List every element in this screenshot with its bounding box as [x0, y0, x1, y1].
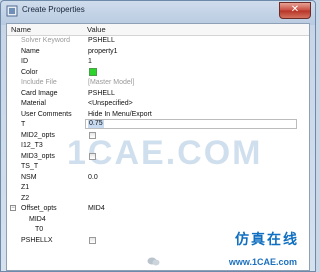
- row-label: MID4: [29, 215, 46, 223]
- row-label: PSHELLX: [21, 236, 53, 244]
- mid3-opts-checkbox[interactable]: [89, 152, 96, 160]
- row-user-comments[interactable]: User Comments Hide In Menu/Export: [7, 110, 309, 119]
- name-column-header[interactable]: Name: [11, 25, 31, 34]
- row-value[interactable]: MID4: [88, 204, 105, 213]
- row-value: [Master Model]: [88, 79, 135, 86]
- row-mid3-opts[interactable]: MID3_opts: [7, 152, 309, 161]
- title-bar: Create Properties ✕: [1, 1, 315, 23]
- row-label: Material: [21, 100, 46, 107]
- row-label: User Comments: [21, 110, 72, 118]
- row-value: 0.75: [88, 120, 104, 128]
- wechat-icon: [147, 257, 160, 266]
- row-label: Card Image: [21, 89, 58, 97]
- color-swatch[interactable]: [89, 67, 97, 76]
- mid2-opts-checkbox[interactable]: [89, 131, 96, 139]
- brand-url-text: www.1CAE.com: [228, 257, 297, 267]
- row-label: Color: [21, 68, 38, 76]
- row-label: Name: [21, 47, 40, 55]
- row-solver-keyword[interactable]: Solver Keyword PSHELL: [7, 36, 309, 45]
- grid-header: Name Value: [7, 24, 309, 36]
- row-value[interactable]: <Unspecified>: [88, 99, 133, 108]
- brand-chinese-text: 仿真在线: [235, 232, 299, 248]
- row-value[interactable]: Hide In Menu/Export: [88, 110, 152, 119]
- row-value[interactable]: 1: [88, 57, 92, 66]
- pshellx-checkbox[interactable]: [89, 236, 96, 244]
- row-offset-opts[interactable]: − Offset_opts MID4: [7, 204, 309, 213]
- row-i12-t3[interactable]: I12_T3: [7, 141, 309, 150]
- row-material[interactable]: Material <Unspecified>: [7, 99, 309, 108]
- row-label: TS_T: [21, 163, 39, 170]
- row-label: MID3_opts: [21, 152, 55, 160]
- row-value[interactable]: PSHELL: [88, 89, 115, 98]
- row-card-image[interactable]: Card Image PSHELL: [7, 89, 309, 98]
- row-t[interactable]: T 0.75: [7, 119, 309, 129]
- row-label: ID: [21, 58, 28, 65]
- row-z2[interactable]: Z2: [7, 194, 309, 203]
- row-value[interactable]: property1: [88, 47, 118, 56]
- row-label: Solver Keyword: [21, 37, 71, 44]
- row-include-file[interactable]: Include File [Master Model]: [7, 78, 309, 87]
- row-id[interactable]: ID 1: [7, 57, 309, 66]
- row-color[interactable]: Color: [7, 67, 309, 77]
- row-label: NSM: [21, 173, 37, 181]
- collapse-icon[interactable]: −: [10, 205, 16, 211]
- row-value[interactable]: 0.0: [88, 173, 98, 182]
- row-name[interactable]: Name property1: [7, 47, 309, 56]
- close-button[interactable]: ✕: [279, 2, 311, 19]
- value-column-header[interactable]: Value: [87, 25, 106, 34]
- row-label: Z1: [21, 184, 30, 191]
- row-label: Include File: [21, 79, 57, 86]
- row-mid4[interactable]: MID4: [7, 215, 309, 224]
- row-ts-t[interactable]: TS_T: [7, 162, 309, 171]
- t-value-input[interactable]: 0.75: [85, 119, 297, 129]
- app-icon: [6, 5, 18, 17]
- row-mid2-opts[interactable]: MID2_opts: [7, 131, 309, 140]
- row-label: Offset_opts: [21, 205, 57, 212]
- row-label: I12_T3: [21, 142, 43, 149]
- row-value: PSHELL: [88, 37, 115, 44]
- row-z1[interactable]: Z1: [7, 183, 309, 192]
- create-properties-dialog: Create Properties ✕ Name Value 1CAE.COM …: [0, 0, 316, 272]
- window-title: Create Properties: [22, 5, 85, 14]
- row-label: T0: [35, 226, 44, 233]
- row-nsm[interactable]: NSM 0.0: [7, 173, 309, 182]
- row-label: MID2_opts: [21, 131, 55, 139]
- row-label: T: [21, 121, 26, 128]
- row-label: Z2: [21, 194, 30, 202]
